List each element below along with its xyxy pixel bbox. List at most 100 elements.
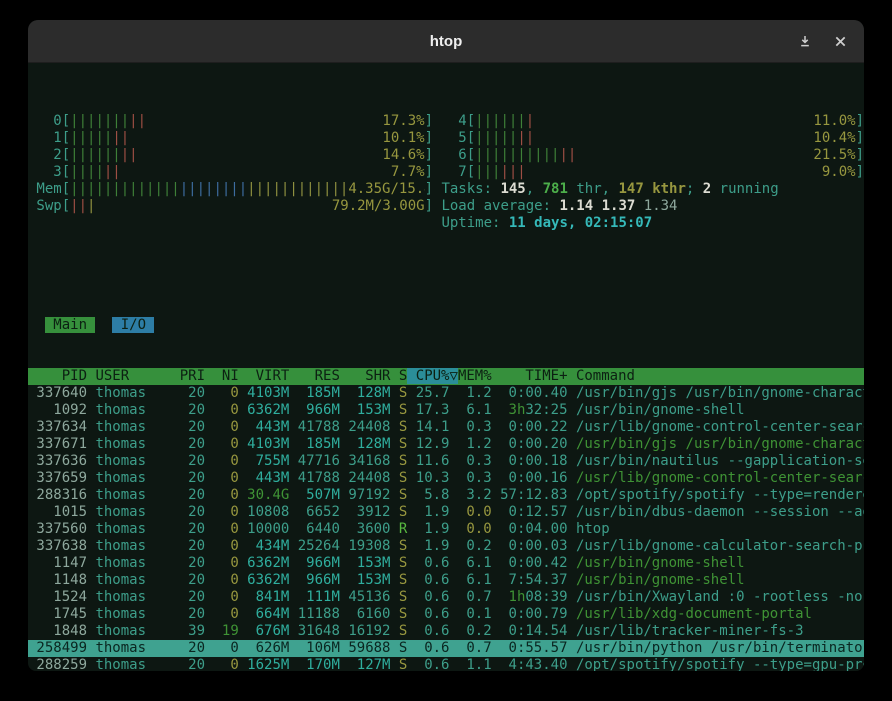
cell-cpu: 0.6	[407, 555, 449, 571]
sort-arrow-slot	[450, 623, 458, 639]
column-header-state[interactable]: S	[390, 368, 407, 384]
process-row[interactable]: 1015 thomas 20 0 10808 6652 3912 S 1.9 0…	[28, 504, 864, 521]
cell-virt: 443M	[239, 419, 290, 435]
process-row[interactable]: 337560 thomas 20 0 10000 6440 3600 R 1.9…	[28, 521, 864, 538]
cell-pri: 20	[171, 538, 205, 554]
process-row[interactable]: 1524 thomas 20 0 841M 111M 45136 S 0.6 0…	[28, 589, 864, 606]
column-header-cpu[interactable]: CPU%	[407, 368, 449, 384]
meter-pipe-segment: ||||||||||||	[247, 181, 348, 197]
tasks-line-segment: 781	[543, 181, 568, 197]
cpu-meter-7: 7[||||||9.0%]	[433, 164, 864, 181]
column-header-command[interactable]: Command	[568, 368, 635, 384]
column-header-virt[interactable]: VIRT	[239, 368, 290, 384]
cell-pid: 1148	[28, 572, 87, 588]
meter-pipe-segment: ||||||||	[180, 181, 247, 197]
cell-cpu: 5.8	[407, 487, 449, 503]
meter-pipes: |||	[70, 198, 95, 215]
process-row[interactable]: 337636 thomas 20 0 755M 47716 34168 S 11…	[28, 453, 864, 470]
cell-state: S	[390, 623, 407, 639]
column-header-time[interactable]: TIME+	[492, 368, 568, 384]
cell-time: 0:04.00	[492, 521, 568, 537]
meter-body: |||||||11.0%	[475, 113, 855, 130]
cell-mem: 0.3	[458, 470, 492, 486]
meter-value: 17.3%	[382, 113, 424, 130]
meter-pipe-segment: ||	[70, 198, 87, 214]
cell-pri: 20	[171, 589, 205, 605]
meter-pipe-segment: ||	[104, 164, 121, 180]
column-header-ni[interactable]: NI	[205, 368, 239, 384]
column-header-mem[interactable]: MEM%	[458, 368, 492, 384]
process-row[interactable]: 1147 thomas 20 0 6362M 966M 153M S 0.6 6…	[28, 555, 864, 572]
cell-shr: 16192	[340, 623, 391, 639]
meter-label: 2	[28, 147, 62, 164]
process-row[interactable]: 288316 thomas 20 0 30.4G 507M 97192 S 5.…	[28, 487, 864, 504]
indent	[28, 317, 45, 333]
tab-main[interactable]: Main	[45, 317, 96, 333]
process-row[interactable]: 1848 thomas 39 19 676M 31648 16192 S 0.6…	[28, 623, 864, 640]
column-header-user[interactable]: USER	[87, 368, 171, 384]
meter-bracket: [	[467, 164, 475, 181]
cell-pri: 20	[171, 436, 205, 452]
cell-shr: 128M	[340, 436, 391, 452]
meter-bracket: [	[467, 113, 475, 130]
process-row[interactable]: 258499 thomas 20 0 626M 106M 59688 S 0.6…	[28, 640, 864, 657]
process-row[interactable]: 1092 thomas 20 0 6362M 966M 153M S 17.3 …	[28, 402, 864, 419]
sort-arrow-icon[interactable]: ▽	[450, 368, 458, 384]
tasks-line-segment: ;	[686, 181, 703, 197]
cell-user: thomas	[87, 385, 171, 401]
column-header-shr[interactable]: SHR	[340, 368, 391, 384]
sort-arrow-slot	[450, 555, 458, 571]
meter-bracket: ]	[856, 164, 864, 181]
sort-arrow-slot	[450, 487, 458, 503]
meter-pipe-segment: |||||||	[70, 113, 129, 129]
meter-label: 6	[433, 147, 467, 164]
cell-user: thomas	[87, 453, 171, 469]
title-bar[interactable]: htop	[28, 20, 864, 63]
tasks-line: Tasks: 145, 781 thr, 147 kthr; 2 running	[433, 181, 864, 198]
cell-virt: 4103M	[239, 436, 290, 452]
cell-ni: 0	[205, 453, 239, 469]
load-average-line: Load average: 1.14 1.37 1.34	[433, 198, 864, 215]
column-header-res[interactable]: RES	[289, 368, 340, 384]
process-row[interactable]: 1148 thomas 20 0 6362M 966M 153M S 0.6 6…	[28, 572, 864, 589]
cell-virt: 434M	[239, 538, 290, 554]
cell-pri: 20	[171, 402, 205, 418]
process-row[interactable]: 1745 thomas 20 0 664M 11188 6160 S 0.6 0…	[28, 606, 864, 623]
tab-io[interactable]: I/O	[112, 317, 154, 333]
meter-label: 4	[433, 113, 467, 130]
tasks-line-segment: ,	[602, 181, 619, 197]
cell-state: S	[390, 555, 407, 571]
meter-pipe-segment: |	[87, 198, 95, 214]
cell-virt: 626M	[239, 640, 290, 656]
meter-pipes: ||||||	[70, 164, 121, 181]
cell-res: 31648	[289, 623, 340, 639]
cell-cpu: 12.9	[407, 436, 449, 452]
process-row[interactable]: 337638 thomas 20 0 434M 25264 19308 S 1.…	[28, 538, 864, 555]
cell-shr: 34168	[340, 453, 391, 469]
cell-command: /opt/spotify/spotify --type=renderer	[568, 487, 864, 503]
cell-pri: 20	[171, 640, 205, 656]
process-row[interactable]: 288259 thomas 20 0 1625M 170M 127M S 0.6…	[28, 657, 864, 671]
cell-user: thomas	[87, 589, 171, 605]
meter-label: 1	[28, 130, 62, 147]
sort-arrow-slot	[450, 589, 458, 605]
download-arrow-icon	[799, 35, 811, 47]
column-header-pri[interactable]: PRI	[171, 368, 205, 384]
process-row[interactable]: 337659 thomas 20 0 443M 41788 24408 S 10…	[28, 470, 864, 487]
cell-cpu: 11.6	[407, 453, 449, 469]
column-header-pid[interactable]: PID	[28, 368, 87, 384]
meter-bracket: [	[62, 130, 70, 147]
cell-res: 11188	[289, 606, 340, 622]
table-header-row[interactable]: PID USER PRI NI VIRT RES SHR S CPU%▽MEM%…	[28, 368, 864, 385]
close-icon[interactable]	[833, 34, 848, 49]
process-row[interactable]: 337634 thomas 20 0 443M 41788 24408 S 14…	[28, 419, 864, 436]
sort-arrow-slot	[450, 538, 458, 554]
process-row[interactable]: 337671 thomas 20 0 4103M 185M 128M S 12.…	[28, 436, 864, 453]
cell-mem: 0.0	[458, 521, 492, 537]
process-row[interactable]: 337640 thomas 20 0 4103M 185M 128M S 25.…	[28, 385, 864, 402]
cell-shr: 45136	[340, 589, 391, 605]
meter-bracket: [	[62, 181, 70, 198]
uptime-line-segment: Uptime:	[441, 215, 508, 231]
sort-arrow-slot	[450, 657, 458, 671]
receive-terminal-icon[interactable]	[797, 33, 813, 49]
